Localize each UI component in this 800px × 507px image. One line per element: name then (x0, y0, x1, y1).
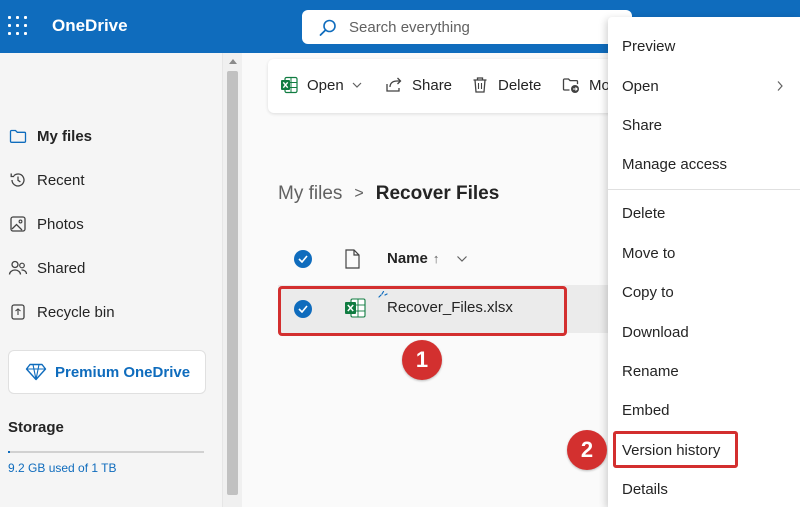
search-icon (319, 19, 336, 36)
recycle-bin-icon (8, 302, 28, 322)
storage-bar (8, 451, 204, 453)
step-badge-2: 2 (567, 430, 607, 470)
sort-ascending-icon: ↑ (432, 251, 440, 266)
trash-icon (471, 76, 489, 94)
sidebar-item-label: Recent (37, 171, 85, 189)
menu-divider (608, 189, 800, 190)
menu-item-rename[interactable]: Rename (622, 363, 679, 380)
folder-icon (8, 126, 28, 146)
menu-item-download[interactable]: Download (622, 324, 689, 341)
breadcrumb-separator: > (354, 185, 364, 202)
excel-icon (280, 76, 298, 94)
premium-label: Premium OneDrive (55, 364, 191, 381)
clock-history-icon (8, 170, 28, 190)
storage-title: Storage (8, 419, 64, 436)
diamond-icon (25, 363, 47, 381)
menu-item-copy-to[interactable]: Copy to (622, 284, 674, 301)
people-icon (8, 258, 28, 278)
delete-label: Delete (498, 76, 542, 94)
sidebar-item-shared[interactable]: Shared (8, 256, 85, 280)
open-label: Open (307, 76, 344, 94)
file-list-header: Name ↑ (278, 235, 618, 283)
move-label: Mo (589, 76, 610, 94)
open-button[interactable]: Open (280, 76, 362, 94)
menu-item-open-label: Open (622, 78, 659, 95)
sidebar: My files Recent Photos Shared Recycle bi… (0, 53, 222, 507)
premium-onedrive-button[interactable]: Premium OneDrive (8, 350, 206, 394)
menu-item-delete[interactable]: Delete (622, 205, 665, 222)
app-launcher-icon[interactable] (8, 16, 27, 35)
menu-item-share[interactable]: Share (622, 117, 662, 134)
column-header-name[interactable]: Name ↑ (387, 250, 439, 267)
sidebar-item-photos[interactable]: Photos (8, 212, 84, 236)
search-placeholder: Search everything (349, 19, 470, 36)
search-input[interactable]: Search everything (302, 10, 632, 44)
sidebar-item-recycle-bin[interactable]: Recycle bin (8, 300, 115, 324)
chevron-right-icon (777, 81, 783, 91)
breadcrumb: My files > Recover Files (278, 183, 499, 205)
storage-usage-link[interactable]: 9.2 GB used of 1 TB (8, 461, 117, 475)
highlight-box-version-history (613, 431, 738, 468)
chevron-down-icon (352, 82, 362, 88)
name-header-label: Name (387, 250, 428, 267)
delete-button[interactable]: Delete (471, 76, 541, 94)
sidebar-item-label: Shared (37, 259, 86, 277)
menu-item-move-to[interactable]: Move to (622, 245, 675, 262)
share-label: Share (412, 76, 453, 94)
command-bar: Open Share Delete Mo (268, 59, 628, 113)
scroll-up-arrow-icon[interactable] (229, 59, 237, 64)
app-title[interactable]: OneDrive (52, 16, 128, 36)
share-icon (385, 76, 403, 94)
sidebar-item-my-files[interactable]: My files (8, 124, 92, 148)
select-all-checkbox[interactable] (294, 250, 312, 268)
share-button[interactable]: Share (385, 76, 452, 94)
menu-item-preview[interactable]: Preview (622, 38, 675, 55)
scroll-thumb[interactable] (227, 71, 238, 495)
menu-item-embed[interactable]: Embed (622, 402, 670, 419)
file-type-icon (345, 249, 360, 269)
folder-move-icon (562, 76, 580, 94)
highlight-box-file (278, 286, 567, 336)
storage-bar-fill (8, 451, 10, 453)
sidebar-item-label: Recycle bin (37, 303, 115, 321)
sidebar-item-label: Photos (37, 215, 84, 233)
breadcrumb-current: Recover Files (375, 183, 500, 204)
sidebar-scrollbar[interactable] (222, 53, 242, 507)
breadcrumb-root[interactable]: My files (278, 183, 342, 205)
sidebar-item-label: My files (37, 127, 93, 145)
menu-item-manage-access[interactable]: Manage access (622, 156, 727, 173)
sidebar-item-recent[interactable]: Recent (8, 168, 85, 192)
move-button[interactable]: Mo (562, 76, 610, 94)
menu-item-open[interactable]: Open (622, 78, 792, 95)
menu-item-details[interactable]: Details (622, 481, 668, 498)
step-badge-1: 1 (402, 340, 442, 380)
image-icon (8, 214, 28, 234)
chevron-down-icon[interactable] (456, 250, 468, 268)
